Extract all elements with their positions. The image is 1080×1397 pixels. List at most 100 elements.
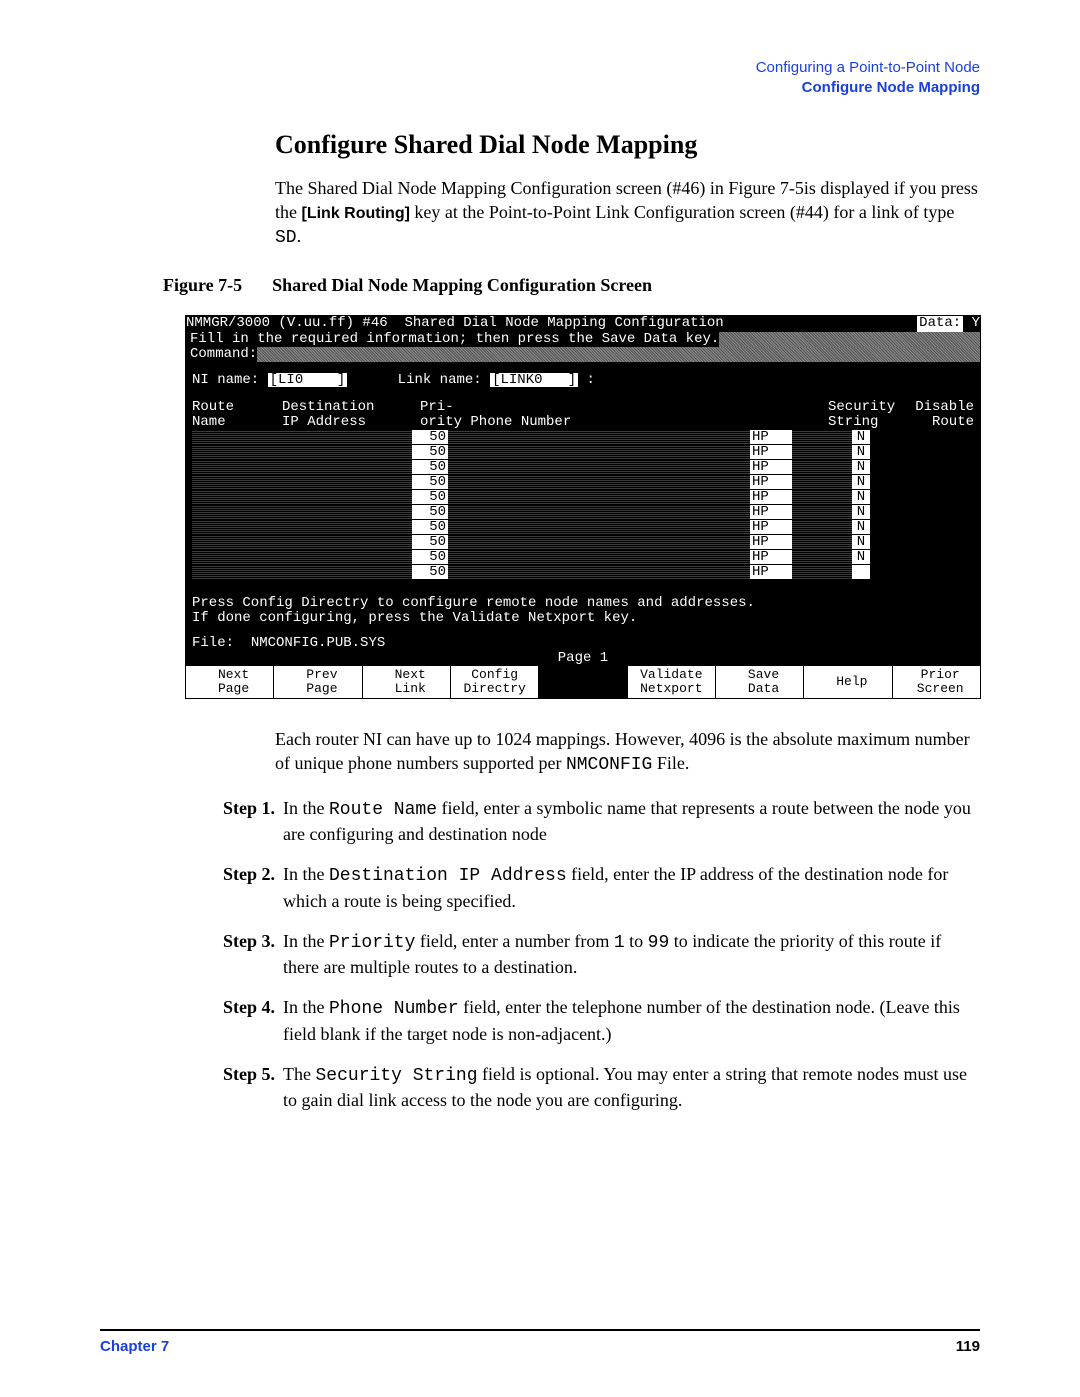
- softkey-prev[interactable]: Prev Page: [274, 666, 362, 698]
- security-string-cell[interactable]: HP: [750, 475, 792, 489]
- priority-cell[interactable]: 50: [412, 520, 448, 534]
- priority-cell[interactable]: 50: [412, 490, 448, 504]
- priority-cell[interactable]: 50: [412, 505, 448, 519]
- security-string-cell[interactable]: HP: [750, 460, 792, 474]
- ip-address-cell[interactable]: [282, 475, 412, 489]
- ip-address-cell[interactable]: [282, 430, 412, 444]
- ip-address-cell[interactable]: [282, 445, 412, 459]
- softkey-help[interactable]: Help: [804, 666, 892, 698]
- terminal-data-label: Data:: [917, 316, 963, 332]
- step-5: Step 5.The Security String field is opti…: [159, 1062, 980, 1113]
- security-string-cell[interactable]: HP: [750, 535, 792, 549]
- step-text: In the Route Name field, enter a symboli…: [283, 796, 980, 847]
- step-label: Step 2.: [159, 862, 283, 913]
- priority-cell[interactable]: 50: [412, 550, 448, 564]
- link-name-label: Link name:: [398, 373, 482, 387]
- ip-address-cell[interactable]: [282, 550, 412, 564]
- security-string-cell[interactable]: HP: [750, 430, 792, 444]
- page-footer: Chapter 7 119: [100, 1329, 980, 1357]
- security-string-cell[interactable]: HP: [750, 490, 792, 504]
- intro-period: .: [297, 226, 302, 246]
- disable-route-cell[interactable]: N: [852, 535, 870, 549]
- phone-number-cell[interactable]: [448, 505, 750, 519]
- phone-number-cell[interactable]: [448, 565, 750, 579]
- ip-address-cell[interactable]: [282, 565, 412, 579]
- phone-number-cell[interactable]: [448, 550, 750, 564]
- ni-link-row: NI name: [LI0 ] Link name: [LINK0 ] :: [186, 372, 980, 387]
- route-name-cell[interactable]: [192, 550, 282, 564]
- priority-cell[interactable]: 50: [412, 565, 448, 579]
- softkey-validate[interactable]: ValidateNetxport: [628, 666, 716, 698]
- phone-number-cell[interactable]: [448, 520, 750, 534]
- disable-route-cell[interactable]: N: [852, 430, 870, 444]
- terminal-data-rows: 50 HP N 50 HP N 50 HP N 50 HP N 50 HP N 50 HP N 50 HP N 50 HP N…: [186, 430, 980, 583]
- ip-address-cell[interactable]: [282, 520, 412, 534]
- disable-route-cell[interactable]: [852, 565, 870, 579]
- phone-number-cell[interactable]: [448, 535, 750, 549]
- priority-cell[interactable]: 50: [412, 445, 448, 459]
- link-routing-key: [Link Routing]: [302, 205, 410, 222]
- security-string-cell[interactable]: HP: [750, 505, 792, 519]
- section-title: Configure Shared Dial Node Mapping: [275, 127, 980, 162]
- route-name-cell[interactable]: [192, 430, 282, 444]
- table-row: 50 HP: [192, 565, 974, 579]
- phone-number-cell[interactable]: [448, 430, 750, 444]
- priority-cell[interactable]: 50: [412, 430, 448, 444]
- softkey-save[interactable]: Save Data: [716, 666, 804, 698]
- ip-address-cell[interactable]: [282, 460, 412, 474]
- sd-code: SD: [275, 228, 297, 248]
- ip-address-cell[interactable]: [282, 490, 412, 504]
- priority-cell[interactable]: 50: [412, 460, 448, 474]
- disable-route-cell[interactable]: N: [852, 490, 870, 504]
- table-row: 50 HP N: [192, 550, 974, 564]
- priority-cell[interactable]: 50: [412, 535, 448, 549]
- route-name-cell[interactable]: [192, 535, 282, 549]
- route-name-cell[interactable]: [192, 520, 282, 534]
- route-name-cell[interactable]: [192, 445, 282, 459]
- figure-caption: Figure 7-5 Shared Dial Node Mapping Conf…: [163, 273, 980, 297]
- phone-number-cell[interactable]: [448, 490, 750, 504]
- security-string-cell[interactable]: HP: [750, 520, 792, 534]
- softkey-config[interactable]: ConfigDirectry: [451, 666, 539, 698]
- ip-address-cell[interactable]: [282, 505, 412, 519]
- softkey-prior[interactable]: Prior Screen: [893, 666, 980, 698]
- ip-address-cell[interactable]: [282, 535, 412, 549]
- table-row: 50 HP N: [192, 505, 974, 519]
- nmconfig-code: NMCONFIG: [566, 755, 652, 775]
- footer-page-number: 119: [956, 1337, 980, 1357]
- softkey-next[interactable]: Next Page: [186, 666, 274, 698]
- command-label: Command:: [186, 347, 257, 362]
- step-text: In the Phone Number field, enter the tel…: [283, 995, 980, 1046]
- file-value: NMCONFIG.PUB.SYS: [251, 636, 385, 650]
- disable-route-cell[interactable]: N: [852, 445, 870, 459]
- phone-number-cell[interactable]: [448, 445, 750, 459]
- terminal-command-line: Command:: [186, 347, 980, 362]
- phone-number-cell[interactable]: [448, 460, 750, 474]
- route-name-cell[interactable]: [192, 475, 282, 489]
- route-name-cell[interactable]: [192, 460, 282, 474]
- link-name-field[interactable]: [LINK0 ]: [490, 373, 578, 387]
- priority-cell[interactable]: 50: [412, 475, 448, 489]
- security-string-cell[interactable]: HP: [750, 550, 792, 564]
- security-string-cell[interactable]: HP: [750, 565, 792, 579]
- route-name-cell[interactable]: [192, 565, 282, 579]
- steps-list: Step 1.In the Route Name field, enter a …: [159, 796, 980, 1113]
- disable-route-cell[interactable]: N: [852, 505, 870, 519]
- disable-route-cell[interactable]: N: [852, 460, 870, 474]
- security-string-cell[interactable]: HP: [750, 445, 792, 459]
- softkey-next[interactable]: Next Link: [363, 666, 451, 698]
- footer-chapter: Chapter 7: [100, 1337, 169, 1357]
- route-name-cell[interactable]: [192, 505, 282, 519]
- figure-label: Figure 7-5: [163, 273, 242, 297]
- disable-route-cell[interactable]: N: [852, 550, 870, 564]
- step-4: Step 4.In the Phone Number field, enter …: [159, 995, 980, 1046]
- route-name-cell[interactable]: [192, 490, 282, 504]
- table-row: 50 HP N: [192, 445, 974, 459]
- table-row: 50 HP N: [192, 520, 974, 534]
- disable-route-cell[interactable]: N: [852, 475, 870, 489]
- disable-route-cell[interactable]: N: [852, 520, 870, 534]
- ni-name-field[interactable]: [LI0 ]: [268, 373, 348, 387]
- step-label: Step 5.: [159, 1062, 283, 1113]
- phone-number-cell[interactable]: [448, 475, 750, 489]
- step-label: Step 4.: [159, 995, 283, 1046]
